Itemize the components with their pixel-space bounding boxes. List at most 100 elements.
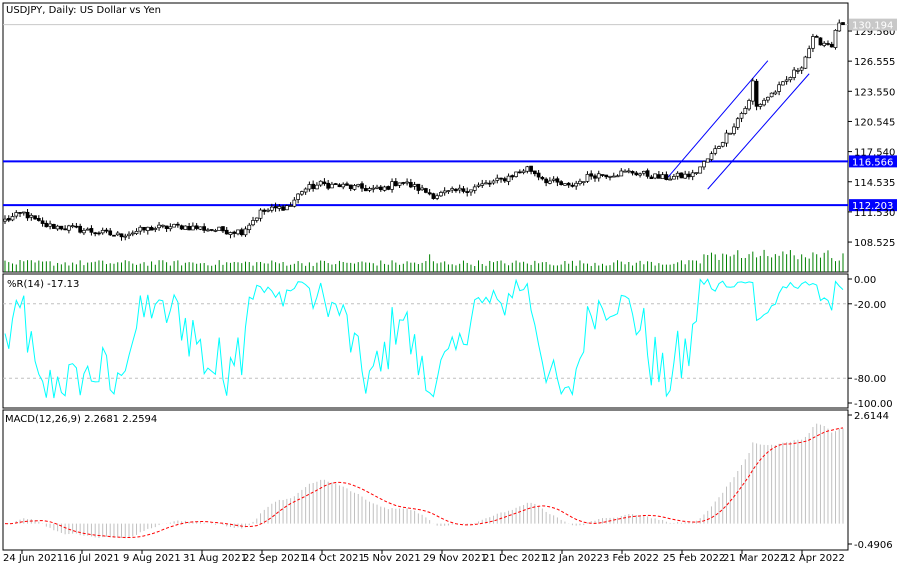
candle-body: [112, 235, 115, 236]
candle-body: [691, 173, 694, 177]
candle-body: [496, 178, 499, 180]
candle-body: [342, 184, 345, 187]
candle-body: [394, 181, 397, 185]
candle-body: [135, 231, 138, 233]
date-tick-label: 12 Apr 2022: [783, 553, 845, 564]
date-tick-label: 31 Aug 2021: [183, 553, 247, 564]
candle-body: [417, 184, 420, 190]
candle-body: [563, 184, 566, 186]
candle-body: [748, 100, 751, 108]
candle-body: [522, 171, 525, 172]
candle-body: [616, 176, 619, 177]
candle-body: [124, 236, 127, 237]
wpr-tick-label: 0.00: [854, 275, 876, 286]
candle-body: [537, 173, 540, 177]
candle-body: [146, 227, 149, 230]
candle-body: [49, 224, 52, 226]
macd-label: MACD(12,26,9) 2.2681 2.2594: [5, 414, 157, 425]
candle-body: [154, 228, 157, 229]
candle-body: [278, 206, 281, 208]
candle-body: [624, 171, 627, 172]
macd-tick-label: 2.6144: [854, 411, 889, 422]
candle-body: [282, 207, 285, 211]
candle-body: [387, 186, 390, 189]
candle-body: [274, 206, 277, 207]
candle-body: [808, 49, 811, 58]
candle-body: [500, 178, 503, 179]
candle-body: [785, 80, 788, 81]
candle-body: [627, 171, 630, 172]
candle-body: [22, 212, 25, 213]
candle-body: [263, 210, 266, 211]
price-tick-label: 117.540: [854, 148, 895, 159]
date-tick-label: 22 Sep 2021: [243, 553, 306, 564]
candle-body: [789, 77, 792, 79]
candle-body: [406, 182, 409, 183]
candle-body: [800, 68, 803, 70]
candle-body: [515, 172, 518, 177]
candle-body: [815, 36, 818, 37]
candle-body: [507, 176, 510, 181]
candle-body: [158, 225, 161, 228]
candle-body: [819, 38, 822, 45]
chart-title: USDJPY, Daily: US Dollar vs Yen: [6, 5, 161, 16]
candle-body: [462, 189, 465, 192]
macd-panel[interactable]: [3, 410, 848, 550]
candle-body: [582, 182, 585, 183]
candle-body: [409, 182, 412, 187]
candle-body: [530, 166, 533, 171]
candle-body: [714, 149, 717, 154]
candle-body: [218, 227, 221, 230]
candle-body: [34, 216, 37, 219]
candle-body: [443, 191, 446, 193]
candle-body: [428, 193, 431, 194]
candle-body: [477, 185, 480, 186]
candle-body: [650, 177, 653, 179]
candle-body: [214, 230, 217, 231]
candle-body: [37, 218, 40, 220]
candle-body: [620, 171, 623, 176]
candle-body: [391, 182, 394, 190]
price-tick-label: 126.555: [854, 57, 895, 68]
candle-body: [545, 179, 548, 183]
candle-body: [413, 185, 416, 187]
candle-body: [75, 226, 78, 227]
candle-body: [736, 119, 739, 128]
candle-body: [315, 185, 318, 189]
price-panel[interactable]: [3, 3, 848, 272]
candle-body: [206, 230, 209, 231]
current-price-label: 130.194: [852, 21, 893, 32]
candle-body: [541, 177, 544, 179]
candle-body: [203, 227, 206, 231]
candle-body: [432, 194, 435, 199]
candle-body: [252, 220, 255, 224]
wpr-panel[interactable]: [3, 274, 848, 408]
candle-body: [605, 175, 608, 177]
candle-body: [774, 92, 777, 94]
candle-body: [826, 43, 829, 44]
candle-body: [796, 70, 799, 71]
candle-body: [334, 184, 337, 185]
candle-body: [834, 30, 837, 47]
price-tick-label: 108.525: [854, 238, 895, 249]
candle-body: [454, 189, 457, 190]
candle-body: [210, 229, 213, 230]
candle-body: [67, 226, 70, 230]
candle-body: [578, 181, 581, 183]
candle-body: [657, 175, 660, 179]
candle-body: [639, 174, 642, 175]
candle-body: [131, 233, 134, 234]
candle-body: [684, 174, 687, 178]
candle-body: [740, 113, 743, 118]
candle-body: [233, 232, 236, 233]
candle-body: [481, 184, 484, 186]
candle-body: [571, 185, 574, 186]
candle-body: [548, 181, 551, 183]
chart-window[interactable]: 116.566112.203129.560126.555123.550120.5…: [0, 0, 900, 568]
candle-body: [64, 229, 67, 230]
candle-body: [458, 188, 461, 190]
candle-body: [376, 187, 379, 188]
candle-body: [180, 226, 183, 229]
candle-body: [485, 183, 488, 184]
candle-body: [71, 226, 74, 227]
